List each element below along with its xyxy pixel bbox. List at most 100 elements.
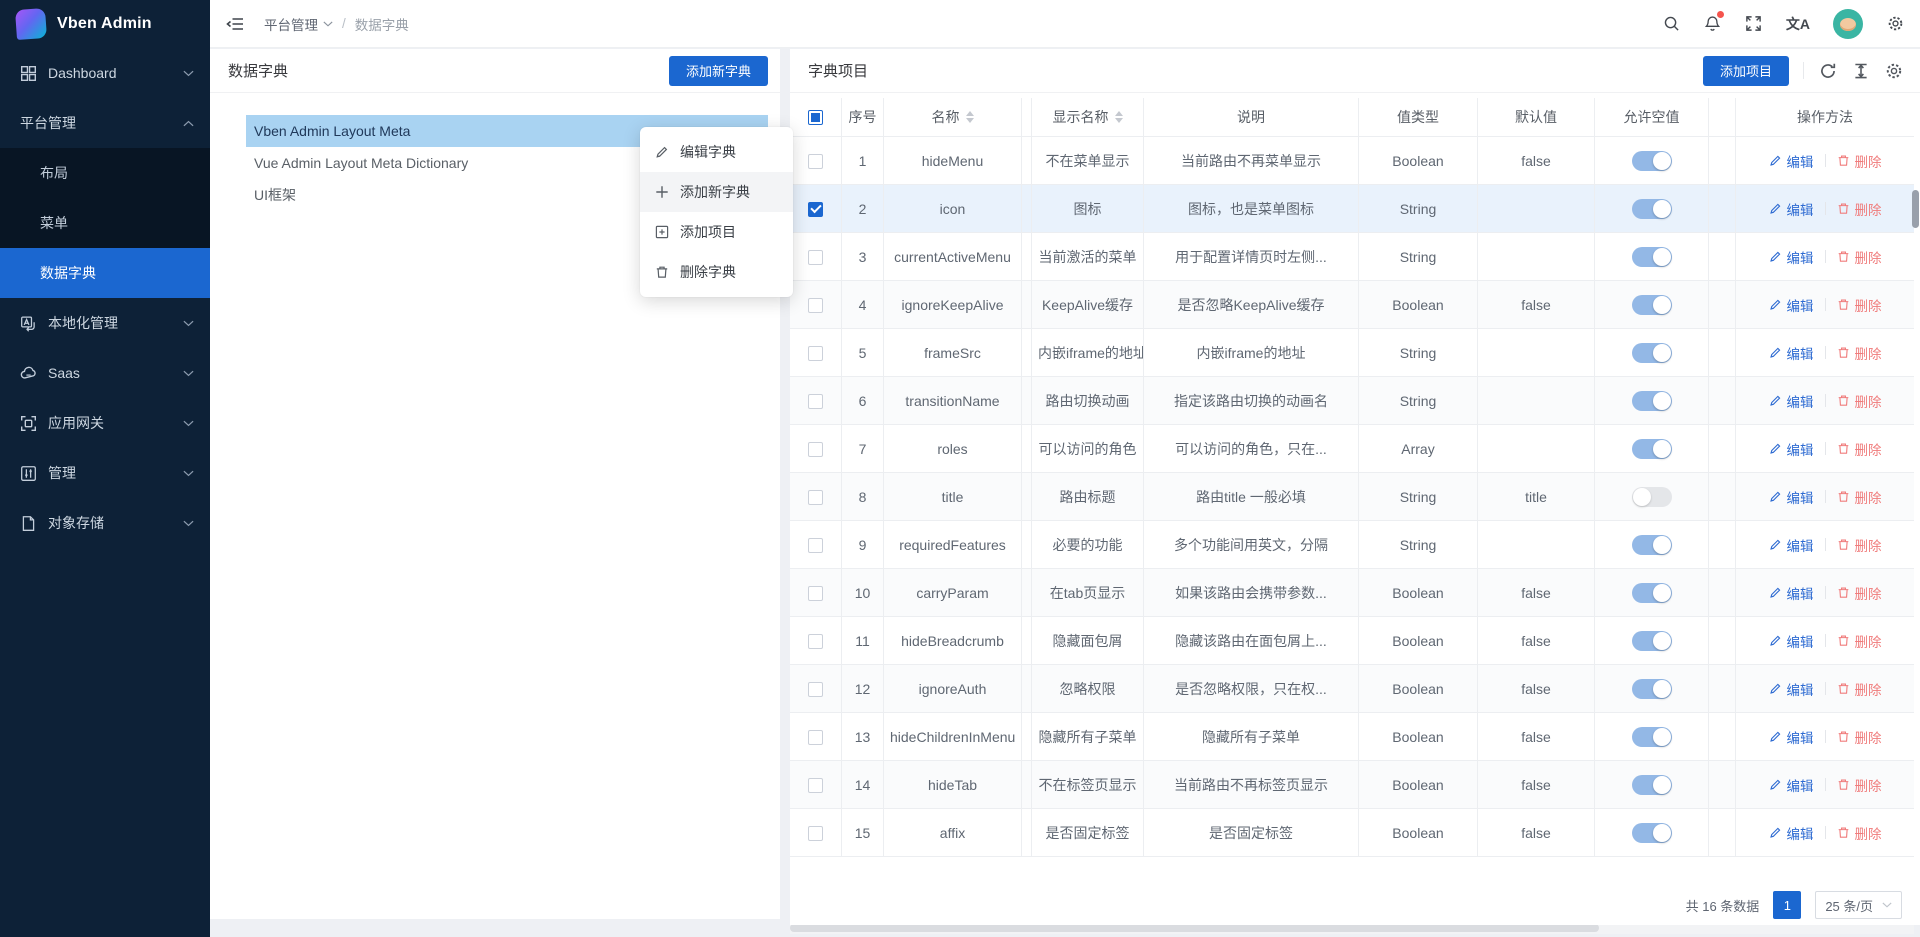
col-display-name-sortable[interactable]: 显示名称: [1032, 98, 1144, 137]
row-checkbox[interactable]: [808, 490, 823, 505]
delete-button[interactable]: 删除: [1837, 631, 1882, 651]
row-checkbox[interactable]: [808, 586, 823, 601]
row-checkbox[interactable]: [808, 682, 823, 697]
edit-button[interactable]: 编辑: [1769, 343, 1814, 363]
delete-button[interactable]: 删除: [1837, 679, 1882, 699]
delete-button[interactable]: 删除: [1837, 247, 1882, 267]
delete-button[interactable]: 删除: [1837, 343, 1882, 363]
row-checkbox[interactable]: [808, 250, 823, 265]
row-height-icon[interactable]: [1851, 61, 1871, 81]
row-checkbox[interactable]: [808, 538, 823, 553]
table-row[interactable]: 4ignoreKeepAliveKeepAlive缓存是否忽略KeepAlive…: [790, 281, 1914, 329]
context-menu-item[interactable]: 添加项目: [640, 212, 793, 252]
edit-button[interactable]: 编辑: [1769, 823, 1814, 843]
menu-fold-icon[interactable]: [226, 17, 244, 31]
edit-button[interactable]: 编辑: [1769, 247, 1814, 267]
vertical-scrollbar-thumb[interactable]: [1912, 190, 1919, 228]
allow-empty-toggle[interactable]: [1632, 727, 1672, 747]
table-row[interactable]: 15affix是否固定标签是否固定标签Booleanfalse编辑删除: [790, 809, 1914, 857]
table-row[interactable]: 14hideTab不在标签页显示当前路由不再标签页显示Booleanfalse编…: [790, 761, 1914, 809]
fullscreen-icon[interactable]: [1745, 15, 1763, 33]
avatar[interactable]: [1833, 9, 1863, 39]
add-dict-button[interactable]: 添加新字典: [669, 56, 768, 86]
sidebar-item[interactable]: 本地化管理: [0, 298, 210, 348]
edit-button[interactable]: 编辑: [1769, 439, 1814, 459]
translate-icon[interactable]: 文A: [1786, 14, 1810, 34]
row-checkbox[interactable]: [808, 778, 823, 793]
sidebar-item[interactable]: Saas: [0, 348, 210, 398]
sidebar-item[interactable]: 对象存储: [0, 498, 210, 548]
delete-button[interactable]: 删除: [1837, 775, 1882, 795]
search-icon[interactable]: [1663, 15, 1681, 33]
table-row[interactable]: 13hideChildrenInMenu隐藏所有子菜单隐藏所有子菜单Boolea…: [790, 713, 1914, 761]
table-row[interactable]: 3currentActiveMenu当前激活的菜单用于配置详情页时左侧...St…: [790, 233, 1914, 281]
table-row[interactable]: 9requiredFeatures必要的功能多个功能间用英文，分隔String编…: [790, 521, 1914, 569]
logo[interactable]: Vben Admin: [0, 0, 210, 48]
table-row[interactable]: 2icon图标图标，也是菜单图标String编辑删除: [790, 185, 1914, 233]
edit-button[interactable]: 编辑: [1769, 151, 1814, 171]
allow-empty-toggle[interactable]: [1632, 583, 1672, 603]
context-menu-item[interactable]: 删除字典: [640, 252, 793, 292]
allow-empty-toggle[interactable]: [1632, 199, 1672, 219]
page-1-button[interactable]: 1: [1773, 891, 1801, 919]
sidebar-item[interactable]: Dashboard: [0, 48, 210, 98]
allow-empty-toggle[interactable]: [1632, 391, 1672, 411]
sidebar-item[interactable]: 平台管理: [0, 98, 210, 148]
table-row[interactable]: 12ignoreAuth忽略权限是否忽略权限，只在权...Booleanfals…: [790, 665, 1914, 713]
delete-button[interactable]: 删除: [1837, 439, 1882, 459]
edit-button[interactable]: 编辑: [1769, 295, 1814, 315]
edit-button[interactable]: 编辑: [1769, 535, 1814, 555]
allow-empty-toggle[interactable]: [1632, 631, 1672, 651]
row-checkbox[interactable]: [808, 298, 823, 313]
delete-button[interactable]: 删除: [1837, 391, 1882, 411]
delete-button[interactable]: 删除: [1837, 487, 1882, 507]
sidebar-item[interactable]: 数据字典: [0, 248, 210, 298]
table-row[interactable]: 8title路由标题路由title 一般必填Stringtitle编辑删除: [790, 473, 1914, 521]
edit-button[interactable]: 编辑: [1769, 487, 1814, 507]
add-item-button[interactable]: 添加项目: [1703, 56, 1789, 86]
allow-empty-toggle[interactable]: [1632, 487, 1672, 507]
allow-empty-toggle[interactable]: [1632, 151, 1672, 171]
page-size-select[interactable]: 25 条/页: [1815, 891, 1902, 919]
table-row[interactable]: 5frameSrc内嵌iframe的地址内嵌iframe的地址String编辑删…: [790, 329, 1914, 377]
table-row[interactable]: 1hideMenu不在菜单显示当前路由不再菜单显示Booleanfalse编辑删…: [790, 137, 1914, 185]
delete-button[interactable]: 删除: [1837, 535, 1882, 555]
table-row[interactable]: 11hideBreadcrumb隐藏面包屑隐藏该路由在面包屑上...Boolea…: [790, 617, 1914, 665]
allow-empty-toggle[interactable]: [1632, 679, 1672, 699]
sidebar-item[interactable]: 布局: [0, 148, 210, 198]
table-row[interactable]: 10carryParam在tab页显示如果该路由会携带参数...Booleanf…: [790, 569, 1914, 617]
sort-icon[interactable]: [966, 111, 974, 123]
allow-empty-toggle[interactable]: [1632, 439, 1672, 459]
allow-empty-toggle[interactable]: [1632, 343, 1672, 363]
column-settings-gear-icon[interactable]: [1884, 61, 1904, 81]
row-checkbox[interactable]: [808, 346, 823, 361]
allow-empty-toggle[interactable]: [1632, 247, 1672, 267]
sidebar-item[interactable]: 菜单: [0, 198, 210, 248]
row-checkbox[interactable]: [808, 202, 823, 217]
row-checkbox[interactable]: [808, 826, 823, 841]
delete-button[interactable]: 删除: [1837, 199, 1882, 219]
edit-button[interactable]: 编辑: [1769, 583, 1814, 603]
delete-button[interactable]: 删除: [1837, 583, 1882, 603]
sidebar-item[interactable]: 应用网关: [0, 398, 210, 448]
edit-button[interactable]: 编辑: [1769, 727, 1814, 747]
refresh-icon[interactable]: [1818, 61, 1838, 81]
breadcrumb-item-platform[interactable]: 平台管理: [264, 14, 333, 34]
edit-button[interactable]: 编辑: [1769, 679, 1814, 699]
delete-button[interactable]: 删除: [1837, 295, 1882, 315]
delete-button[interactable]: 删除: [1837, 151, 1882, 171]
col-name-sortable[interactable]: 名称: [884, 98, 1022, 137]
context-menu-item[interactable]: 编辑字典: [640, 132, 793, 172]
select-all-cell[interactable]: [790, 98, 842, 137]
allow-empty-toggle[interactable]: [1632, 295, 1672, 315]
sort-icon[interactable]: [1115, 111, 1123, 123]
delete-button[interactable]: 删除: [1837, 727, 1882, 747]
sidebar-item[interactable]: 管理: [0, 448, 210, 498]
table-row[interactable]: 6transitionName路由切换动画指定该路由切换的动画名String编辑…: [790, 377, 1914, 425]
table-row[interactable]: 7roles可以访问的角色可以访问的角色，只在...Array编辑删除: [790, 425, 1914, 473]
delete-button[interactable]: 删除: [1837, 823, 1882, 843]
row-checkbox[interactable]: [808, 442, 823, 457]
edit-button[interactable]: 编辑: [1769, 199, 1814, 219]
row-checkbox[interactable]: [808, 154, 823, 169]
row-checkbox[interactable]: [808, 394, 823, 409]
